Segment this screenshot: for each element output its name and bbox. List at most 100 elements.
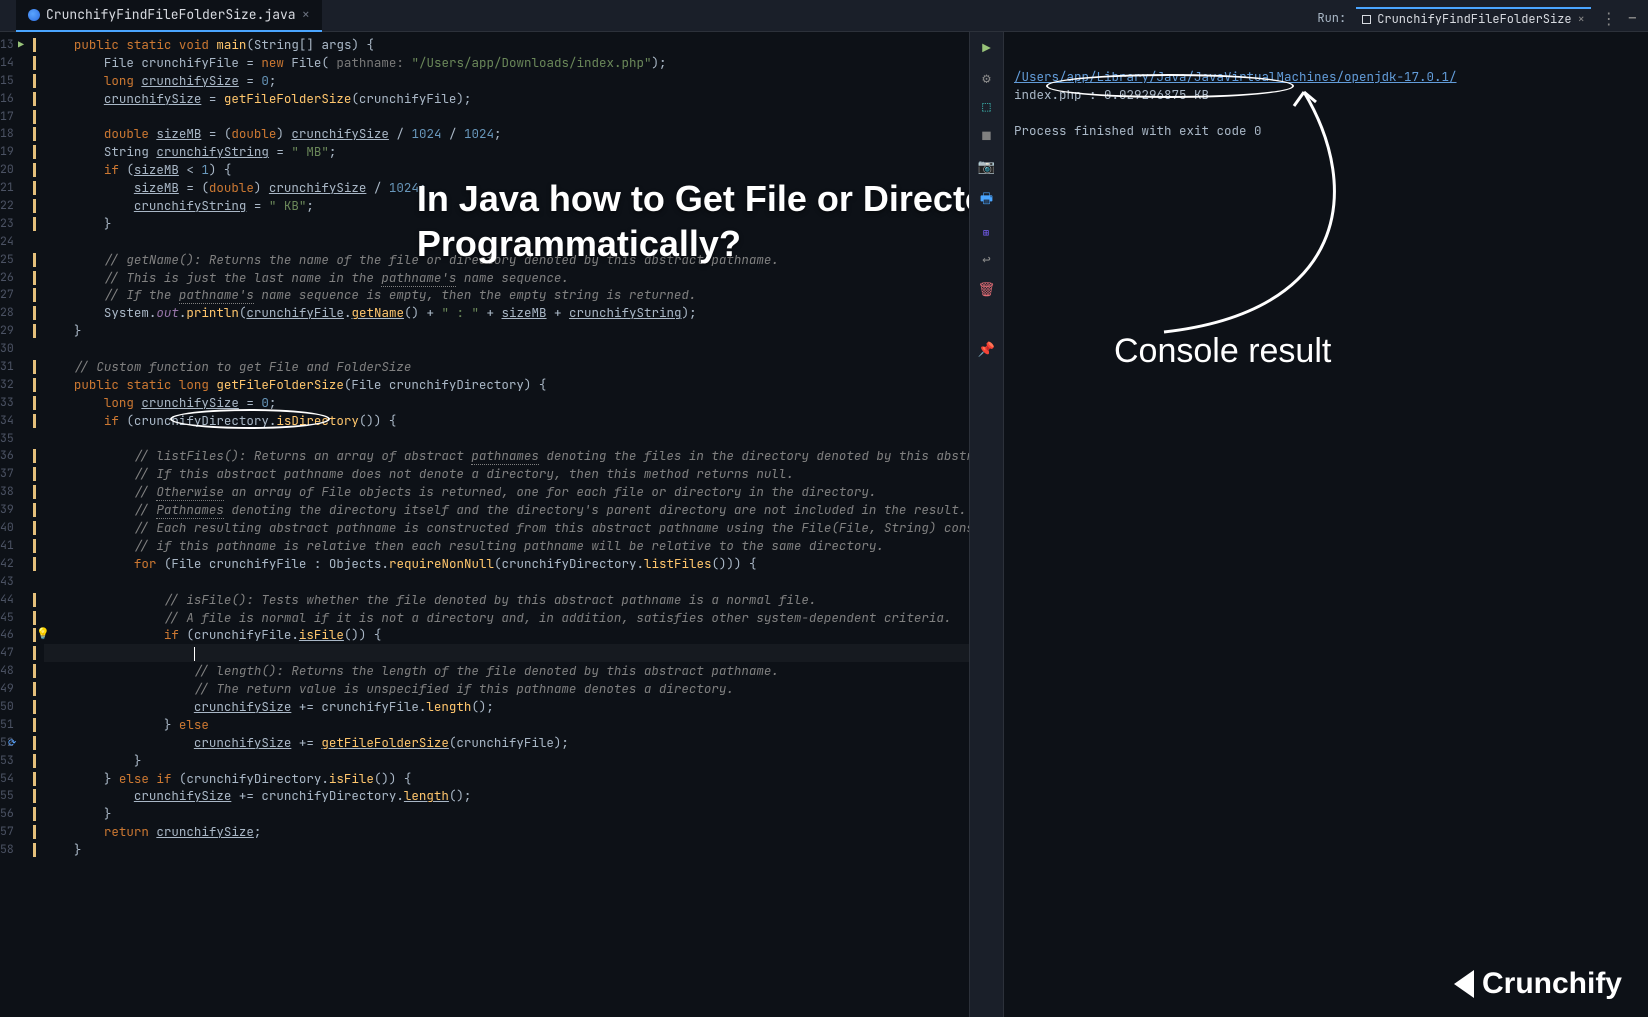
gutter-line[interactable]: 24	[0, 233, 22, 251]
code-line[interactable]: }	[44, 841, 970, 859]
code-line[interactable]: if (crunchifyFile.isFile()) {	[44, 626, 970, 644]
gutter-line[interactable]: 32	[0, 376, 22, 394]
code-line[interactable]: }	[44, 805, 970, 823]
gutter-line[interactable]: 13▶	[0, 36, 22, 54]
gutter-line[interactable]: 57	[0, 823, 22, 841]
code-line[interactable]: long crunchifySize = 0;	[44, 72, 970, 90]
layout-grid-icon[interactable]: ⊞	[983, 226, 990, 239]
code-line[interactable]	[44, 108, 970, 126]
soft-wrap-icon[interactable]: ↩	[980, 253, 994, 267]
gutter-line[interactable]: 48	[0, 662, 22, 680]
code-line[interactable]: // If this abstract pathname does not de…	[44, 465, 970, 483]
gutter-line[interactable]: 44	[0, 591, 22, 609]
gutter-line[interactable]: 15	[0, 72, 22, 90]
code-line[interactable]: sizeMB = (double) crunchifySize / 1024;	[44, 179, 970, 197]
run-tab[interactable]: CrunchifyFindFileFolderSize ×	[1356, 7, 1591, 29]
minimize-icon[interactable]: —	[1629, 10, 1636, 26]
code-line[interactable]: crunchifySize += getFileFolderSize(crunc…	[44, 734, 970, 752]
gutter-line[interactable]: 38	[0, 483, 22, 501]
code-line[interactable]: long crunchifySize = 0;	[44, 394, 970, 412]
gutter-line[interactable]: 18	[0, 125, 22, 143]
code-line[interactable]: double sizeMB = (double) crunchifySize /…	[44, 125, 970, 143]
code-line[interactable]: } else	[44, 716, 970, 734]
code-line[interactable]: String crunchifyString = " MB";	[44, 143, 970, 161]
file-tab[interactable]: CrunchifyFindFileFolderSize.java ×	[16, 0, 322, 32]
code-line[interactable]: // The return value is unspecified if th…	[44, 680, 970, 698]
gutter-line[interactable]: 46💡	[0, 626, 22, 644]
code-line[interactable]: crunchifySize += crunchifyDirectory.leng…	[44, 787, 970, 805]
gutter-line[interactable]: 20	[0, 161, 22, 179]
run-icon[interactable]: ▶	[982, 40, 990, 58]
console-output[interactable]: /Users/app/Library/Java/JavaVirtualMachi…	[1014, 68, 1638, 140]
code-line[interactable]: // isFile(): Tests whether the file deno…	[44, 591, 970, 609]
gutter-line[interactable]: 35	[0, 430, 22, 448]
code-line[interactable]	[44, 573, 970, 591]
code-line[interactable]: crunchifySize = getFileFolderSize(crunch…	[44, 90, 970, 108]
gutter-line[interactable]: 52⟳	[0, 734, 22, 752]
code-line[interactable]: // getName(): Returns the name of the fi…	[44, 251, 970, 269]
code-line[interactable]: File crunchifyFile = new File( pathname:…	[44, 54, 970, 72]
close-icon[interactable]: ×	[302, 6, 310, 24]
gear-icon[interactable]: ⚙	[980, 72, 994, 86]
gutter-line[interactable]: 54	[0, 770, 22, 788]
gutter-line[interactable]: 47	[0, 644, 22, 662]
gutter-line[interactable]: 56	[0, 805, 22, 823]
gutter-line[interactable]: 42	[0, 555, 22, 573]
code-line[interactable]: // listFiles(): Returns an array of abst…	[44, 447, 970, 465]
gutter-line[interactable]: 29	[0, 322, 22, 340]
gutter-line[interactable]: 25	[0, 251, 22, 269]
code-line[interactable]	[44, 644, 970, 662]
gutter-line[interactable]: 31	[0, 358, 22, 376]
gutter-line[interactable]: 30	[0, 340, 22, 358]
print-icon[interactable]: 🖶	[980, 188, 993, 212]
code-line[interactable]: }	[44, 752, 970, 770]
gutter-line[interactable]: 50	[0, 698, 22, 716]
code-line[interactable]: // Each resulting abstract pathname is c…	[44, 519, 970, 537]
gutter-line[interactable]: 23	[0, 215, 22, 233]
code-line[interactable]: }	[44, 215, 970, 233]
gutter-line[interactable]: 37	[0, 465, 22, 483]
code-line[interactable]: }	[44, 322, 970, 340]
layout-icon[interactable]: ⬚	[980, 100, 994, 114]
gutter-line[interactable]: 55	[0, 787, 22, 805]
stop-icon[interactable]: ■	[982, 128, 990, 146]
gutter-line[interactable]: 14	[0, 54, 22, 72]
gutter-line[interactable]: 26	[0, 269, 22, 287]
code-line[interactable]: System.out.println(crunchifyFile.getName…	[44, 304, 970, 322]
gutter-line[interactable]: 51	[0, 716, 22, 734]
gutter-line[interactable]: 21	[0, 179, 22, 197]
code-line[interactable]: // Pathnames denoting the directory itse…	[44, 501, 970, 519]
gutter-line[interactable]: 58	[0, 841, 22, 859]
code-line[interactable]: if (sizeMB < 1) {	[44, 161, 970, 179]
gutter-line[interactable]: 17	[0, 108, 22, 126]
code-area[interactable]: 1 6 In Java how to Get File or Directory…	[22, 32, 970, 1017]
code-line[interactable]: // If the pathname's name sequence is em…	[44, 286, 970, 304]
trash-icon[interactable]: 🗑	[978, 281, 996, 299]
code-line[interactable]	[44, 430, 970, 448]
gutter-line[interactable]: 53	[0, 752, 22, 770]
code-line[interactable]: // This is just the last name in the pat…	[44, 269, 970, 287]
code-line[interactable]: if (crunchifyDirectory.isDirectory()) {	[44, 412, 970, 430]
code-line[interactable]: public static long getFileFolderSize(Fil…	[44, 376, 970, 394]
camera-icon[interactable]: 📷	[980, 160, 994, 174]
code-line[interactable]: // A file is normal if it is not a direc…	[44, 609, 970, 627]
code-line[interactable]: public static void main(String[] args) {	[44, 36, 970, 54]
gutter-line[interactable]: 41	[0, 537, 22, 555]
gutter-line[interactable]: 49	[0, 680, 22, 698]
gutter-line[interactable]: 40	[0, 519, 22, 537]
code-line[interactable]: // length(): Returns the length of the f…	[44, 662, 970, 680]
pin-icon[interactable]: 📌	[980, 343, 994, 357]
gutter-line[interactable]: 27	[0, 286, 22, 304]
console-line-1[interactable]: /Users/app/Library/Java/JavaVirtualMachi…	[1014, 68, 1457, 85]
code-line[interactable]: // Otherwise an array of File objects is…	[44, 483, 970, 501]
gutter-line[interactable]: 33	[0, 394, 22, 412]
code-line[interactable]	[44, 233, 970, 251]
code-line[interactable]	[44, 340, 970, 358]
gutter-line[interactable]: 43	[0, 573, 22, 591]
code-line[interactable]: for (File crunchifyFile : Objects.requir…	[44, 555, 970, 573]
code-editor[interactable]: 13▶1415161718192021222324252627282930313…	[0, 32, 970, 1017]
gutter-line[interactable]: 22	[0, 197, 22, 215]
gutter-line[interactable]: 16	[0, 90, 22, 108]
code-line[interactable]: crunchifyString = " KB";	[44, 197, 970, 215]
code-line[interactable]: // Custom function to get File and Folde…	[44, 358, 970, 376]
